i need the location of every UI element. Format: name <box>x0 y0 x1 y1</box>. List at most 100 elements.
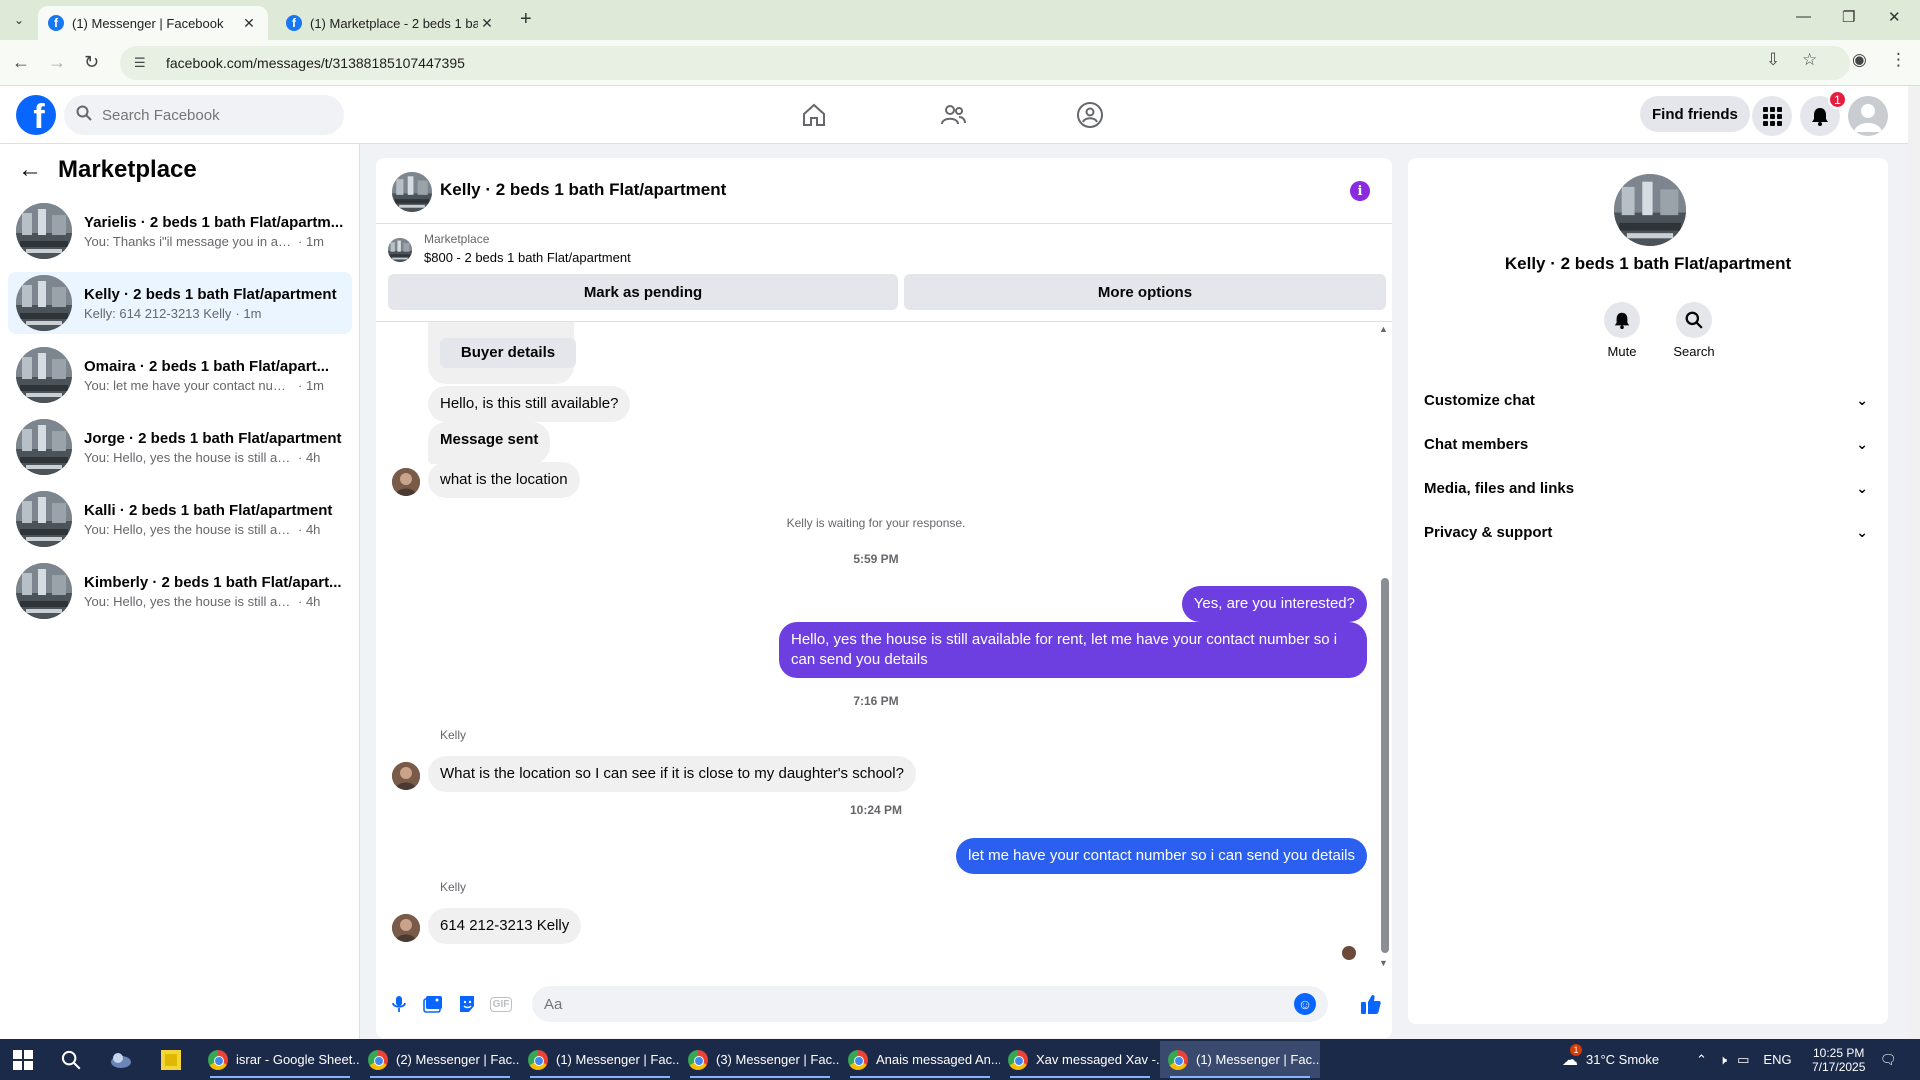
listing-thumbnail-large[interactable] <box>1614 174 1686 246</box>
page-scrollbar[interactable] <box>1908 86 1920 1039</box>
language-indicator[interactable]: ENG <box>1763 1052 1791 1067</box>
notification-badge: 1 <box>1828 90 1847 109</box>
privacy-support-row[interactable]: Privacy & support ⌄ <box>1424 512 1874 552</box>
thumbs-up-icon[interactable] <box>1358 991 1384 1017</box>
incoming-message: what is the location <box>428 462 580 498</box>
chevron-up-icon[interactable]: ⌃ <box>1696 1052 1707 1068</box>
chrome-icon <box>1168 1049 1188 1070</box>
weather-widget[interactable]: ☁ 1 31°C Smoke <box>1562 1039 1659 1080</box>
chat-members-row[interactable]: Chat members ⌄ <box>1424 424 1874 464</box>
browser-menu-icon[interactable]: ⋮ <box>1890 50 1907 70</box>
microphone-icon[interactable] <box>388 993 410 1015</box>
close-window-icon[interactable]: ✕ <box>1888 8 1901 26</box>
install-app-icon[interactable]: ⇩ <box>1766 50 1780 70</box>
media-files-links-row[interactable]: Media, files and links ⌄ <box>1424 468 1874 508</box>
account-avatar[interactable] <box>1848 96 1888 136</box>
home-icon[interactable] <box>797 98 831 132</box>
weather-badge: 1 <box>1570 1043 1582 1056</box>
find-friends-button[interactable]: Find friends <box>1640 96 1750 132</box>
bookmark-star-icon[interactable]: ☆ <box>1802 50 1817 70</box>
conversation-item[interactable]: Omaira · 2 beds 1 bath Flat/apart... You:… <box>8 344 352 406</box>
taskbar-chrome-window[interactable]: (1) Messenger | Fac... <box>1160 1041 1320 1078</box>
taskbar-chrome-window[interactable]: (1) Messenger | Fac... <box>520 1041 680 1078</box>
info-icon[interactable]: i <box>1350 181 1370 201</box>
new-tab-icon[interactable]: + <box>520 8 532 31</box>
conversation-item[interactable]: Kimberly · 2 beds 1 bath Flat/apart... Yo… <box>8 560 352 622</box>
listing-thumbnail[interactable] <box>392 172 432 212</box>
facebook-favicon-icon: f <box>48 15 64 31</box>
message-composer: GIF ☺ <box>376 970 1392 1038</box>
conversation-item[interactable]: Yarielis · 2 beds 1 bath Flat/apartm... Y… <box>8 200 352 262</box>
sticker-icon[interactable] <box>456 993 478 1015</box>
scroll-thumb[interactable] <box>1381 578 1389 953</box>
browser-tab-messenger[interactable]: f (1) Messenger | Facebook ✕ <box>38 6 268 40</box>
scroll-up-icon[interactable]: ▲ <box>1379 324 1388 334</box>
facebook-logo-icon[interactable]: f <box>16 95 56 135</box>
chat-scrollbar[interactable]: ▲ ▼ <box>1378 324 1389 968</box>
conversation-item[interactable]: Kelly · 2 beds 1 bath Flat/apartment Kell… <box>8 272 352 334</box>
conversation-item[interactable]: Jorge · 2 beds 1 bath Flat/apartment You:… <box>8 416 352 478</box>
taskbar-chrome-window[interactable]: (2) Messenger | Fac... <box>360 1041 520 1078</box>
buyer-details-card: Buyer details <box>428 322 576 384</box>
search-conversation-button[interactable]: Search <box>1664 302 1724 359</box>
photo-icon[interactable] <box>422 993 444 1015</box>
mute-button[interactable]: Mute <box>1592 302 1652 359</box>
kelly-avatar[interactable] <box>392 762 420 790</box>
clock[interactable]: 10:25 PM 7/17/2025 <box>1812 1039 1865 1080</box>
taskbar-chrome-window[interactable]: israr - Google Sheet... <box>200 1041 360 1078</box>
buyer-details-button[interactable]: Buyer details <box>440 338 576 368</box>
close-tab-icon[interactable]: ✕ <box>478 15 496 32</box>
taskbar-chrome-window[interactable]: Anais messaged An... <box>840 1041 1000 1078</box>
groups-icon[interactable] <box>1073 98 1107 132</box>
outgoing-message: let me have your contact number so i can… <box>956 838 1367 874</box>
restore-icon[interactable]: ❐ <box>1842 8 1855 26</box>
more-options-button[interactable]: More options <box>904 274 1386 310</box>
browser-tab-marketplace[interactable]: f (1) Marketplace - 2 beds 1 bath ✕ <box>276 6 506 40</box>
customize-chat-row[interactable]: Customize chat ⌄ <box>1424 380 1874 420</box>
chat-title[interactable]: Kelly · 2 beds 1 bath Flat/apartment <box>440 180 726 200</box>
taskbar-chrome-window[interactable]: (3) Messenger | Fac... <box>680 1041 840 1078</box>
chevron-down-icon: ⌄ <box>1856 479 1868 496</box>
minimize-icon[interactable]: — <box>1796 8 1811 25</box>
panel-title: Marketplace <box>58 156 197 183</box>
volume-icon[interactable]: 🕨 <box>1719 1052 1727 1068</box>
profile-icon[interactable]: ◉ <box>1852 50 1867 70</box>
notification-center-icon[interactable]: 🗨 <box>1880 1039 1897 1080</box>
listing-thumbnail <box>16 203 72 259</box>
tab-search-dropdown[interactable]: ⌄ <box>8 9 30 31</box>
facebook-search-input[interactable] <box>102 106 322 124</box>
listing-thumbnail-small[interactable] <box>388 238 412 262</box>
close-tab-icon[interactable]: ✕ <box>240 15 258 32</box>
kelly-avatar[interactable] <box>392 468 420 496</box>
widgets-icon[interactable] <box>108 1047 134 1073</box>
taskbar-chrome-window[interactable]: Xav messaged Xav -... <box>1000 1041 1160 1078</box>
mark-as-pending-button[interactable]: Mark as pending <box>388 274 898 310</box>
listing-title[interactable]: $800 - 2 beds 1 bath Flat/apartment <box>424 250 631 265</box>
url-field[interactable]: ☰ facebook.com/messages/t/31388185107447… <box>120 46 1850 80</box>
reload-icon[interactable]: ↻ <box>84 52 99 73</box>
sticky-notes-icon[interactable] <box>158 1047 184 1073</box>
emoji-icon[interactable]: ☺ <box>1294 993 1316 1015</box>
message-input[interactable] <box>544 995 1244 1013</box>
system-tray[interactable]: ⌃ 🕨 ▭ ENG <box>1696 1039 1792 1080</box>
conversation-name: Omaira · 2 beds 1 bath Flat/apart... <box>84 357 330 375</box>
seen-receipt-avatar <box>1342 946 1356 960</box>
windows-start-icon[interactable] <box>10 1047 36 1073</box>
conversation-time: · 1m <box>235 305 262 321</box>
message-input-box[interactable]: ☺ <box>532 986 1328 1022</box>
kelly-avatar[interactable] <box>392 914 420 942</box>
search-icon[interactable] <box>58 1047 84 1073</box>
scroll-down-icon[interactable]: ▼ <box>1379 958 1388 968</box>
forward-icon[interactable]: → <box>48 52 66 73</box>
friends-icon[interactable] <box>936 98 970 132</box>
network-icon[interactable]: ▭ <box>1737 1052 1749 1068</box>
chat-details-panel: Kelly · 2 beds 1 bath Flat/apartment Mut… <box>1408 158 1888 1024</box>
site-info-icon[interactable]: ☰ <box>134 55 152 71</box>
conversation-name: Jorge · 2 beds 1 bath Flat/apartment <box>84 429 342 447</box>
back-icon[interactable]: ← <box>12 52 30 73</box>
facebook-search[interactable] <box>64 95 344 135</box>
menu-grid-icon[interactable] <box>1752 96 1792 136</box>
gif-icon[interactable]: GIF <box>489 993 513 1015</box>
back-arrow-icon[interactable]: ← <box>18 156 42 184</box>
conversation-item[interactable]: Kalli · 2 beds 1 bath Flat/apartment You:… <box>8 488 352 550</box>
